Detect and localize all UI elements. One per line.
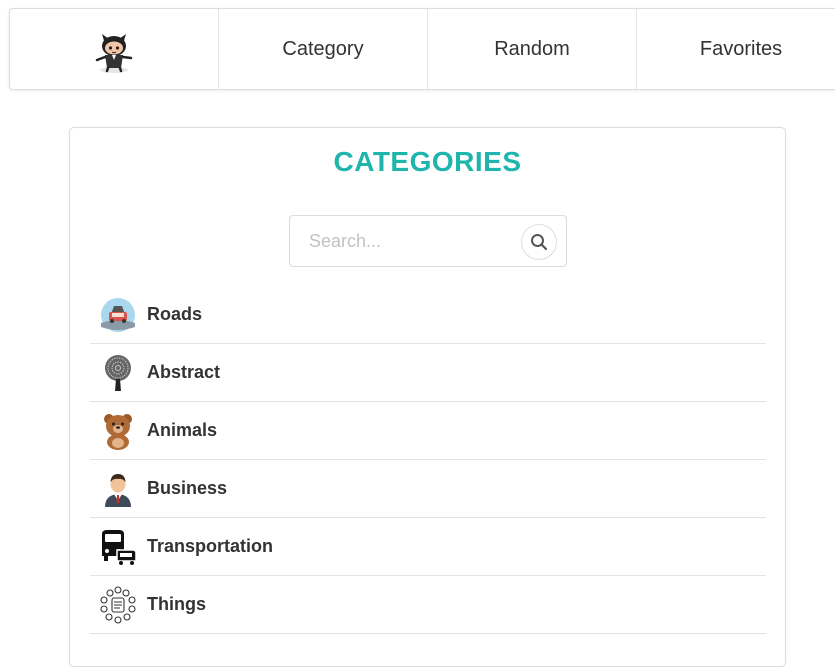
category-label: Things bbox=[147, 594, 206, 614]
nav-favorites-label: Favorites bbox=[699, 37, 783, 60]
category-item-abstract[interactable]: Abstract bbox=[90, 344, 766, 402]
nav-favorites-link[interactable]: Favorites bbox=[637, 9, 835, 89]
octocat-icon bbox=[95, 34, 133, 73]
category-label: Transportation bbox=[147, 536, 274, 556]
road-car-icon bbox=[99, 296, 137, 334]
search-input[interactable] bbox=[291, 217, 511, 265]
nav-category-label: Category bbox=[282, 37, 364, 60]
category-item-animals[interactable]: Animals bbox=[90, 402, 766, 460]
objects-icon bbox=[99, 585, 137, 624]
category-list: Roads Abstract Animals Business Transpor… bbox=[90, 286, 766, 634]
top-navbar: Category Random Favorites bbox=[9, 8, 835, 90]
category-item-transportation[interactable]: Transportation bbox=[90, 518, 766, 576]
category-item-roads[interactable]: Roads bbox=[90, 286, 766, 344]
category-label: Roads bbox=[147, 304, 203, 324]
page-title: CATEGORIES bbox=[333, 146, 522, 177]
category-label: Animals bbox=[147, 420, 218, 440]
category-label: Business bbox=[147, 478, 228, 498]
businessman-icon bbox=[99, 470, 137, 508]
search-box bbox=[289, 215, 567, 267]
nav-category-link[interactable]: Category bbox=[219, 9, 428, 89]
search-icon bbox=[531, 234, 548, 251]
nav-random-label: Random bbox=[494, 37, 570, 60]
tree-icon bbox=[99, 354, 137, 392]
home-logo-link[interactable] bbox=[10, 9, 219, 89]
category-item-things[interactable]: Things bbox=[90, 576, 766, 634]
categories-card: CATEGORIES Roads bbox=[69, 127, 786, 667]
search-button[interactable] bbox=[521, 224, 557, 260]
bear-icon bbox=[99, 412, 137, 450]
vehicles-icon bbox=[99, 528, 137, 566]
nav-random-link[interactable]: Random bbox=[428, 9, 637, 89]
category-item-business[interactable]: Business bbox=[90, 460, 766, 518]
category-label: Abstract bbox=[147, 362, 221, 382]
